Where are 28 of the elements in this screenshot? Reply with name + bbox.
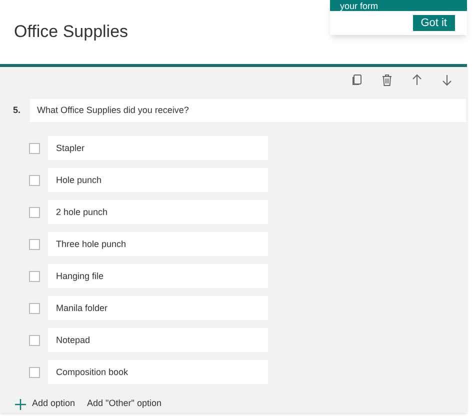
delete-icon[interactable] bbox=[381, 74, 393, 86]
plus-icon bbox=[15, 398, 26, 410]
checkbox[interactable] bbox=[29, 206, 40, 218]
popup-message: your form bbox=[340, 1, 378, 11]
option-field[interactable]: Hole punch bbox=[48, 168, 268, 192]
option-field[interactable]: Three hole punch bbox=[48, 232, 268, 256]
question-number: 5. bbox=[12, 104, 22, 117]
form-title: Office Supplies bbox=[14, 21, 128, 44]
add-other-option-button[interactable]: Add "Other" option bbox=[87, 397, 162, 411]
option-field[interactable]: Composition book bbox=[48, 360, 268, 384]
checkbox[interactable] bbox=[29, 174, 40, 186]
option-field[interactable]: Hanging file bbox=[48, 264, 268, 288]
move-up-icon[interactable] bbox=[411, 74, 423, 86]
checkbox[interactable] bbox=[29, 302, 40, 314]
checkbox[interactable] bbox=[29, 366, 40, 378]
add-option-button[interactable]: Add option bbox=[15, 397, 76, 411]
checkbox[interactable] bbox=[29, 238, 40, 250]
option-field[interactable]: 2 hole punch bbox=[48, 200, 268, 224]
question-field[interactable]: What Office Supplies did you receive? bbox=[30, 99, 466, 122]
copy-icon[interactable] bbox=[351, 74, 363, 86]
move-down-icon[interactable] bbox=[441, 74, 453, 86]
checkbox[interactable] bbox=[29, 270, 40, 282]
option-field[interactable]: Manila folder bbox=[48, 296, 268, 320]
option-field[interactable]: Notepad bbox=[48, 328, 268, 352]
checkbox[interactable] bbox=[29, 334, 40, 346]
got-it-button[interactable]: Got it bbox=[412, 15, 455, 31]
option-field[interactable]: Stapler bbox=[48, 136, 268, 160]
checkbox[interactable] bbox=[29, 142, 40, 154]
